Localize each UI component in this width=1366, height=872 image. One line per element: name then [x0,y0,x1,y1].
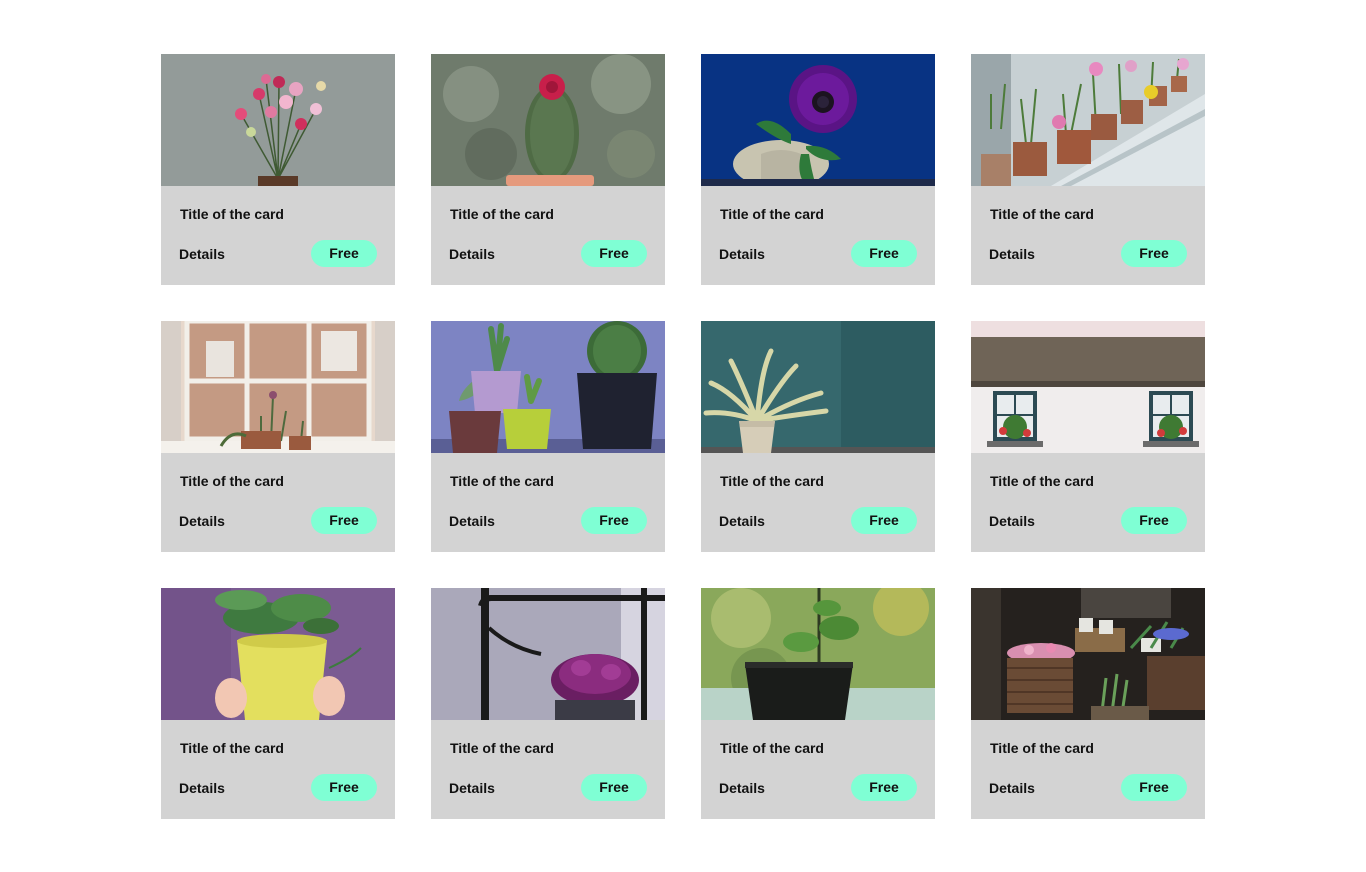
purple-anemone-image [701,54,935,186]
card[interactable]: Title of the card Details Free [971,54,1205,285]
hands-yellow-pot-image [161,588,395,720]
flower-shop-baskets-image [971,588,1205,720]
card-free-badge[interactable]: Free [1121,774,1187,801]
card[interactable]: Title of the card Details Free [971,321,1205,552]
card-title: Title of the card [720,473,824,489]
card-free-badge[interactable]: Free [1121,507,1187,534]
windowsill-pots-image [971,54,1205,186]
card-details-link[interactable]: Details [719,513,765,529]
succulents-colored-pots-image [431,321,665,453]
card[interactable]: Title of the card Details Free [431,588,665,819]
card[interactable]: Title of the card Details Free [431,54,665,285]
card-free-badge[interactable]: Free [581,240,647,267]
card[interactable]: Title of the card Details Free [701,321,935,552]
card-title: Title of the card [180,206,284,222]
card-title: Title of the card [450,740,554,756]
card-free-badge[interactable]: Free [851,774,917,801]
card[interactable]: Title of the card Details Free [701,588,935,819]
card-details-link[interactable]: Details [989,780,1035,796]
card[interactable]: Title of the card Details Free [161,588,395,819]
card-title: Title of the card [450,206,554,222]
card[interactable]: Title of the card Details Free [971,588,1205,819]
card-title: Title of the card [180,473,284,489]
cottage-window-boxes-image [971,321,1205,453]
card-details-link[interactable]: Details [989,513,1035,529]
card-free-badge[interactable]: Free [311,507,377,534]
card-free-badge[interactable]: Free [851,240,917,267]
card-details-link[interactable]: Details [449,780,495,796]
card-grid: Title of the card Details Free Title of … [161,54,1205,819]
card-details-link[interactable]: Details [449,246,495,262]
card-free-badge[interactable]: Free [311,774,377,801]
black-pot-green-bokeh-image [701,588,935,720]
card-free-badge[interactable]: Free [581,507,647,534]
card-title: Title of the card [990,206,1094,222]
card-details-link[interactable]: Details [719,780,765,796]
card[interactable]: Title of the card Details Free [161,321,395,552]
card-title: Title of the card [990,473,1094,489]
cactus-flower-image [431,54,665,186]
card-free-badge[interactable]: Free [581,774,647,801]
card[interactable]: Title of the card Details Free [701,54,935,285]
fern-teal-wall-image [701,321,935,453]
card-title: Title of the card [720,206,824,222]
card-free-badge[interactable]: Free [851,507,917,534]
card-details-link[interactable]: Details [989,246,1035,262]
card-title: Title of the card [990,740,1094,756]
card-details-link[interactable]: Details [179,246,225,262]
carnation-bouquet-image [161,54,395,186]
card-details-link[interactable]: Details [719,246,765,262]
card-free-badge[interactable]: Free [311,240,377,267]
card-title: Title of the card [450,473,554,489]
card-details-link[interactable]: Details [449,513,495,529]
card[interactable]: Title of the card Details Free [161,54,395,285]
card-title: Title of the card [180,740,284,756]
card-free-badge[interactable]: Free [1121,240,1187,267]
card-details-link[interactable]: Details [179,780,225,796]
card-title: Title of the card [720,740,824,756]
window-plants-image [161,321,395,453]
card-details-link[interactable]: Details [179,513,225,529]
purple-flowers-railing-image [431,588,665,720]
card[interactable]: Title of the card Details Free [431,321,665,552]
